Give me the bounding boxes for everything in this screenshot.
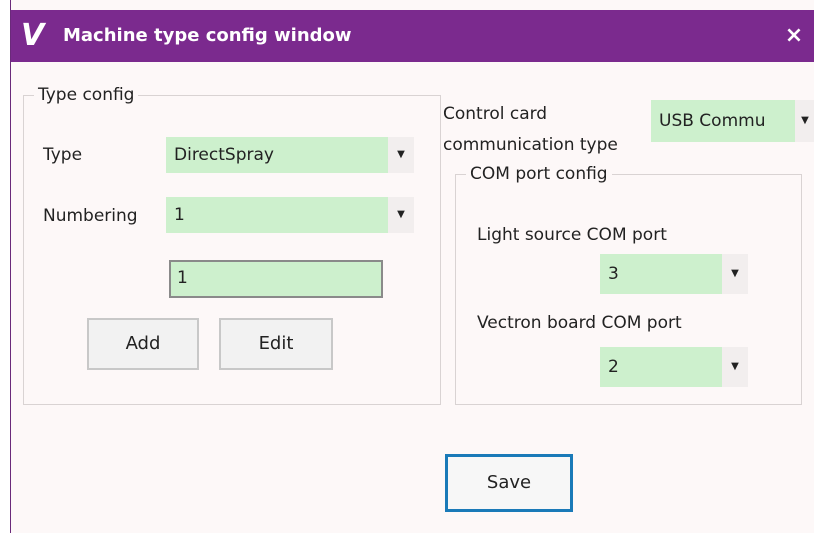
vectron-board-com-label: Vectron board COM port xyxy=(477,313,682,333)
title-bar[interactable]: V Machine type config window × xyxy=(11,10,814,62)
light-source-com-value: 3 xyxy=(608,264,619,284)
save-button[interactable]: Save xyxy=(445,454,573,512)
light-source-com-dropdown[interactable]: 3 ▼ xyxy=(600,254,748,294)
communication-type-label-line2: communication type xyxy=(443,135,618,155)
numbering-dropdown[interactable]: 1 ▼ xyxy=(166,197,414,233)
numbering-dropdown-value: 1 xyxy=(174,205,185,225)
type-config-legend: Type config xyxy=(34,84,139,106)
close-icon[interactable]: × xyxy=(779,20,809,52)
type-dropdown-value: DirectSpray xyxy=(174,145,274,165)
type-label: Type xyxy=(43,145,83,165)
chevron-down-icon[interactable]: ▼ xyxy=(722,347,748,387)
window-title: Machine type config window xyxy=(63,25,352,46)
number-input[interactable]: 1 xyxy=(169,260,383,298)
com-port-config-legend: COM port config xyxy=(466,163,612,185)
number-input-value: 1 xyxy=(177,268,188,288)
config-window: V Machine type config window × Type conf… xyxy=(10,0,814,533)
chevron-down-icon[interactable]: ▼ xyxy=(795,100,814,142)
vectron-board-com-value: 2 xyxy=(608,357,619,377)
communication-type-label-line1: Control card xyxy=(443,104,548,124)
communication-type-value: USB Commu xyxy=(659,111,766,131)
type-dropdown[interactable]: DirectSpray ▼ xyxy=(166,137,414,173)
chevron-down-icon[interactable]: ▼ xyxy=(388,137,414,173)
edit-button[interactable]: Edit xyxy=(219,318,333,370)
numbering-label: Numbering xyxy=(43,206,138,226)
add-button[interactable]: Add xyxy=(87,318,199,370)
chevron-down-icon[interactable]: ▼ xyxy=(388,197,414,233)
communication-type-dropdown[interactable]: USB Commu ▼ xyxy=(651,100,814,142)
vectron-board-com-dropdown[interactable]: 2 ▼ xyxy=(600,347,748,387)
light-source-com-label: Light source COM port xyxy=(477,225,667,245)
app-logo-icon: V xyxy=(21,18,45,53)
chevron-down-icon[interactable]: ▼ xyxy=(722,254,748,294)
